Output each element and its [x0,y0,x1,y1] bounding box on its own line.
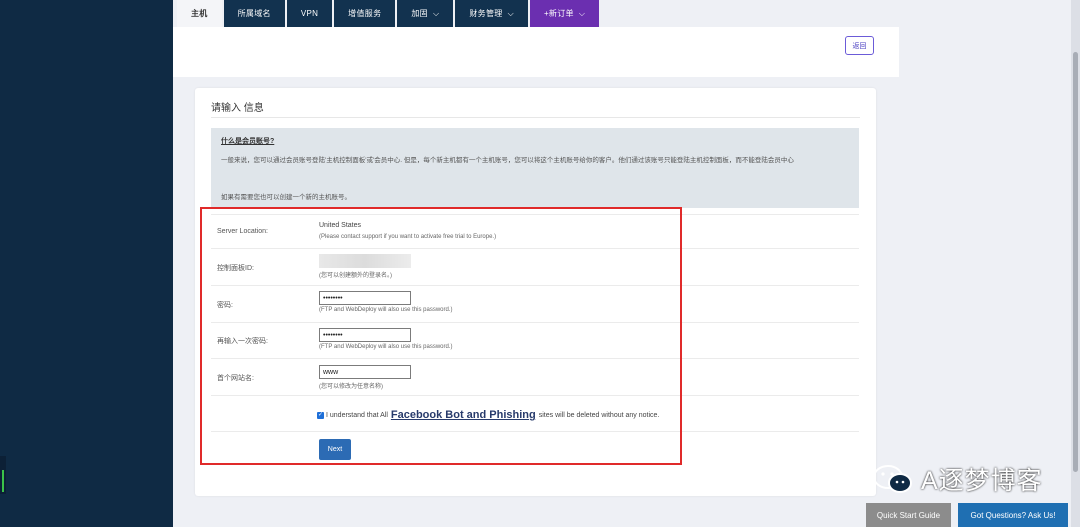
tab-label: 增值服务 [348,9,382,18]
info-heading-link[interactable]: 什么是会员账号? [221,136,274,146]
tab-label: 加固 [411,9,428,18]
chevron-down-icon: ⌵ [432,8,440,18]
info-paragraph: 如果有需要您也可以创建一个新的主机账号。 [221,194,351,201]
scrollbar-thumb[interactable] [1073,52,1078,472]
tab-label: 主机 [191,9,208,18]
tab-label: VPN [300,9,319,18]
side-progress-indicator [0,456,6,494]
page-header [173,27,899,77]
chevron-down-icon: ⌵ [578,8,586,18]
ask-us-button[interactable]: Got Questions? Ask Us! [958,503,1068,527]
progress-fill [2,470,4,492]
tab-billing[interactable]: 财务管理 ⌵ [455,0,528,27]
top-nav-tabs: 主机 所属域名 VPN 增值服务 加固 ⌵ 财务管理 ⌵ +新订单 ⌵ [177,0,601,27]
info-paragraph: 一般来说，您可以通过会员账号登陆'主机控制面板'或'会员中心. 但是，每个新主机… [221,157,794,164]
highlight-frame [200,207,682,465]
tab-vpn[interactable]: VPN [286,0,333,27]
tab-label: +新订单 [543,9,574,18]
divider [211,117,860,118]
wechat-icon [873,465,912,493]
back-button[interactable]: 返回 [845,36,874,55]
chevron-down-icon: ⌵ [507,8,514,18]
card-title: 请输入 信息 [211,103,264,114]
tab-label: 所属域名 [237,9,271,18]
watermark: A逐梦博客 [871,461,1043,497]
quick-start-button[interactable]: Quick Start Guide [866,503,951,527]
watermark-text: A逐梦博客 [921,467,1043,495]
tab-label: 财务管理 [469,9,503,18]
tab-hosting[interactable]: 主机 [177,0,222,27]
tab-new-order[interactable]: +新订单 ⌵ [529,0,600,27]
tab-value-added[interactable]: 增值服务 [334,0,396,27]
tab-security[interactable]: 加固 ⌵ [397,0,454,27]
tab-domains[interactable]: 所属域名 [223,0,285,27]
